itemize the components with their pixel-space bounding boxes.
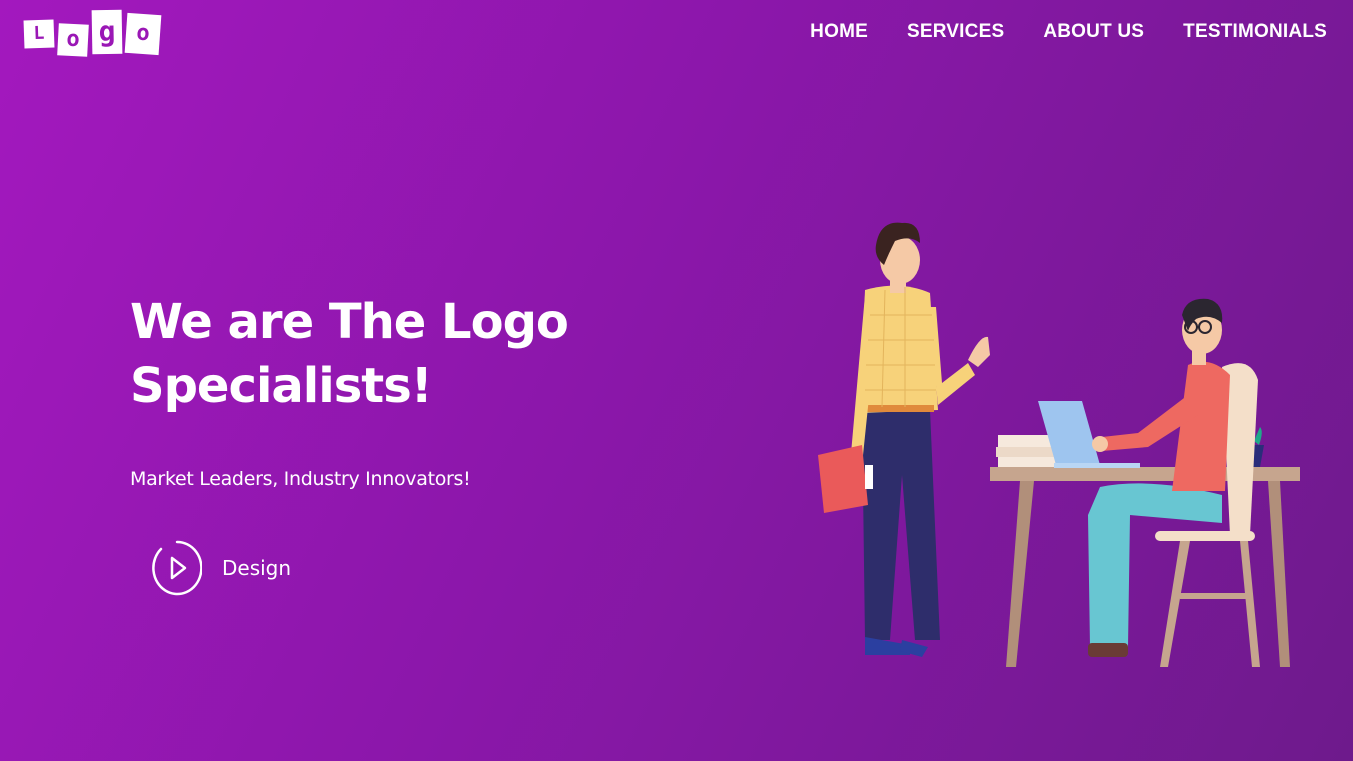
nav-about-us[interactable]: ABOUT US bbox=[1043, 18, 1144, 46]
logo-letter-o-2: o bbox=[124, 12, 162, 56]
play-circle-icon[interactable] bbox=[152, 538, 202, 598]
main-nav: HOME SERVICES ABOUT US TESTIMONIALS bbox=[810, 18, 1327, 46]
nav-testimonials[interactable]: TESTIMONIALS bbox=[1183, 18, 1327, 46]
standing-man-figure bbox=[818, 222, 990, 657]
design-play-button[interactable]: Design bbox=[152, 538, 291, 598]
logo-letter-l: L bbox=[23, 19, 55, 49]
hero-title-line2: Specialists! bbox=[130, 358, 433, 414]
hero-tagline: Market Leaders, Industry Innovators! bbox=[130, 468, 471, 490]
play-label[interactable]: Design bbox=[222, 556, 291, 580]
nav-services[interactable]: SERVICES bbox=[907, 18, 1004, 46]
nav-home[interactable]: HOME bbox=[810, 18, 868, 46]
logo-letter-o: o bbox=[57, 23, 89, 57]
hero-title-line1: We are The Logo bbox=[130, 294, 569, 350]
hero-title: We are The Logo Specialists! bbox=[130, 290, 650, 418]
site-logo[interactable]: L o g o bbox=[23, 9, 162, 57]
office-illustration bbox=[810, 215, 1310, 675]
hero-section: We are The Logo Specialists! Market Lead… bbox=[130, 290, 650, 490]
logo-letter-g: g bbox=[91, 9, 123, 55]
